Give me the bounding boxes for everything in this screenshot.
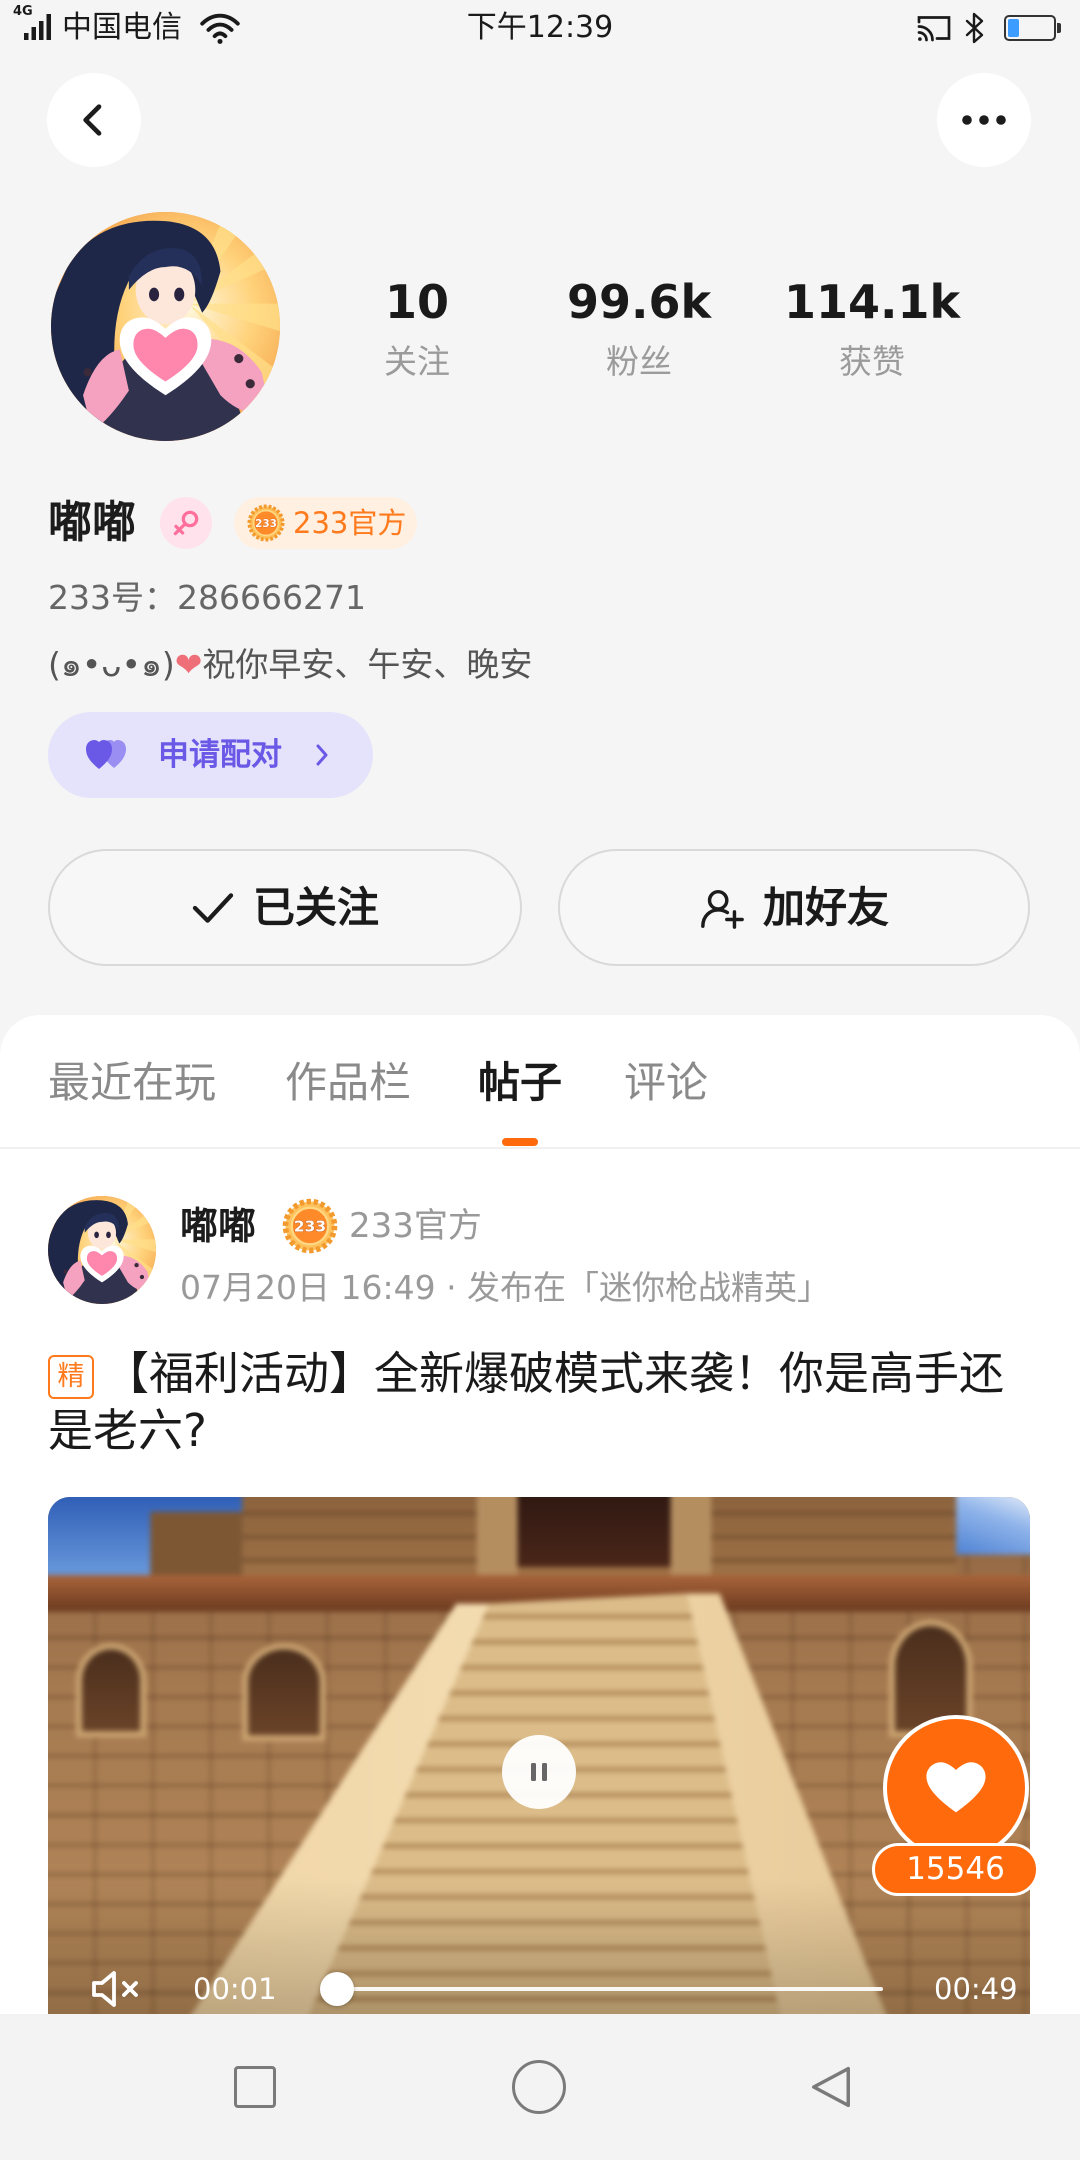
back-button[interactable] xyxy=(47,73,141,167)
carrier-name: 中国电信 xyxy=(62,10,182,45)
bio-face: (๑•ᴗ•๑) xyxy=(48,645,175,684)
scene-pillar-left xyxy=(476,1497,518,1586)
pause-icon xyxy=(524,1757,554,1787)
scene-arch-window xyxy=(242,1643,326,1742)
status-bar: 4G 中国电信 下午12:39 xyxy=(0,0,1080,56)
featured-tag: 精 xyxy=(48,1355,94,1399)
tab-divider xyxy=(0,1147,1080,1149)
profile-avatar[interactable] xyxy=(51,212,280,441)
stat-value: 99.6k xyxy=(566,275,712,329)
video-progress-track[interactable] xyxy=(326,1987,883,1991)
signal-icon xyxy=(24,14,52,40)
check-icon xyxy=(191,890,235,926)
more-dots-icon xyxy=(961,114,1007,126)
stat-label: 获赞 xyxy=(839,342,905,381)
chevron-right-icon xyxy=(314,741,330,769)
stat-value: 114.1k xyxy=(783,275,961,329)
like-heart-icon xyxy=(925,1761,987,1815)
clock: 下午12:39 xyxy=(466,10,614,45)
tab-comments[interactable]: 评论 xyxy=(624,1058,708,1108)
user-id: 233号：286666271 xyxy=(48,578,366,617)
add-friend-label: 加好友 xyxy=(762,882,889,932)
following-button[interactable]: 已关注 xyxy=(48,849,522,966)
pause-button[interactable] xyxy=(502,1735,576,1809)
stat-following[interactable]: 10 关注 xyxy=(297,274,537,382)
wifi-icon xyxy=(198,13,242,45)
following-label: 已关注 xyxy=(252,882,379,932)
post-title-text: 【福利活动】全新爆破模式来袭！你是高手还是老六? xyxy=(48,1347,1005,1457)
official-badge-label: 233官方 xyxy=(293,506,407,540)
system-nav-bar xyxy=(0,2014,1080,2160)
post-title[interactable]: 精【福利活动】全新爆破模式来袭！你是高手还是老六? xyxy=(48,1345,1030,1459)
scene-arch-window xyxy=(75,1643,147,1738)
muted-speaker-icon[interactable] xyxy=(90,1969,144,2009)
battery-cap xyxy=(1057,23,1061,33)
logo-text: 233 xyxy=(255,518,277,530)
profile-name: 嘟嘟 xyxy=(48,497,136,548)
back-arrow-icon xyxy=(74,100,114,140)
cast-icon xyxy=(916,13,952,43)
add-friend-button[interactable]: 加好友 xyxy=(558,849,1030,966)
nav-back-icon[interactable] xyxy=(808,2064,854,2110)
bluetooth-icon xyxy=(963,11,987,45)
post-author-name[interactable]: 嘟嘟 xyxy=(180,1203,256,1249)
more-button[interactable] xyxy=(937,73,1031,167)
stat-followers[interactable]: 99.6k 粉丝 xyxy=(519,274,759,382)
recent-apps-icon[interactable] xyxy=(234,2066,276,2108)
battery-icon xyxy=(1004,15,1056,41)
video-duration: 00:49 xyxy=(934,1972,1018,2006)
user-plus-icon xyxy=(699,885,745,931)
233-logo-icon: 233 xyxy=(282,1198,338,1254)
official-badge[interactable]: 233 233官方 xyxy=(234,497,417,549)
gender-badge xyxy=(160,497,212,549)
heart-emoji: ❤ xyxy=(174,645,203,684)
stat-likes[interactable]: 114.1k 获赞 xyxy=(752,274,992,382)
stat-value: 10 xyxy=(384,275,449,329)
battery-level xyxy=(1008,19,1019,37)
stat-label: 粉丝 xyxy=(606,342,672,381)
stat-label: 关注 xyxy=(384,342,450,381)
double-heart-icon xyxy=(86,737,136,773)
active-tab-indicator xyxy=(502,1138,538,1146)
post-author-avatar[interactable] xyxy=(48,1196,156,1304)
scene-doorway xyxy=(517,1497,671,1567)
logo-text: 233 xyxy=(294,1218,326,1236)
like-count: 15546 xyxy=(872,1843,1039,1896)
tab-recent-games[interactable]: 最近在玩 xyxy=(48,1058,216,1108)
scene-sky-right xyxy=(956,1497,1030,1555)
post-meta: 07月20日 16:49 · 发布在「迷你枪战精英」 xyxy=(180,1268,831,1307)
pair-request-button[interactable]: 申请配对 xyxy=(48,712,373,798)
pair-request-label: 申请配对 xyxy=(158,737,282,773)
post-official-badge: 233官方 xyxy=(349,1206,482,1246)
home-icon[interactable] xyxy=(512,2060,566,2114)
tab-posts[interactable]: 帖子 xyxy=(478,1058,562,1108)
bio-text: 祝你早安、午安、晚安 xyxy=(202,645,533,684)
like-button[interactable] xyxy=(883,1715,1029,1861)
video-current-time: 00:01 xyxy=(193,1972,277,2006)
female-icon xyxy=(170,507,202,539)
233-logo-icon: 233 xyxy=(247,504,285,542)
bio: (๑•ᴗ•๑)❤祝你早安、午安、晚安 xyxy=(48,644,532,686)
tab-works[interactable]: 作品栏 xyxy=(285,1058,411,1108)
video-progress-knob[interactable] xyxy=(320,1972,355,2006)
scene-pillar-right xyxy=(670,1497,712,1586)
